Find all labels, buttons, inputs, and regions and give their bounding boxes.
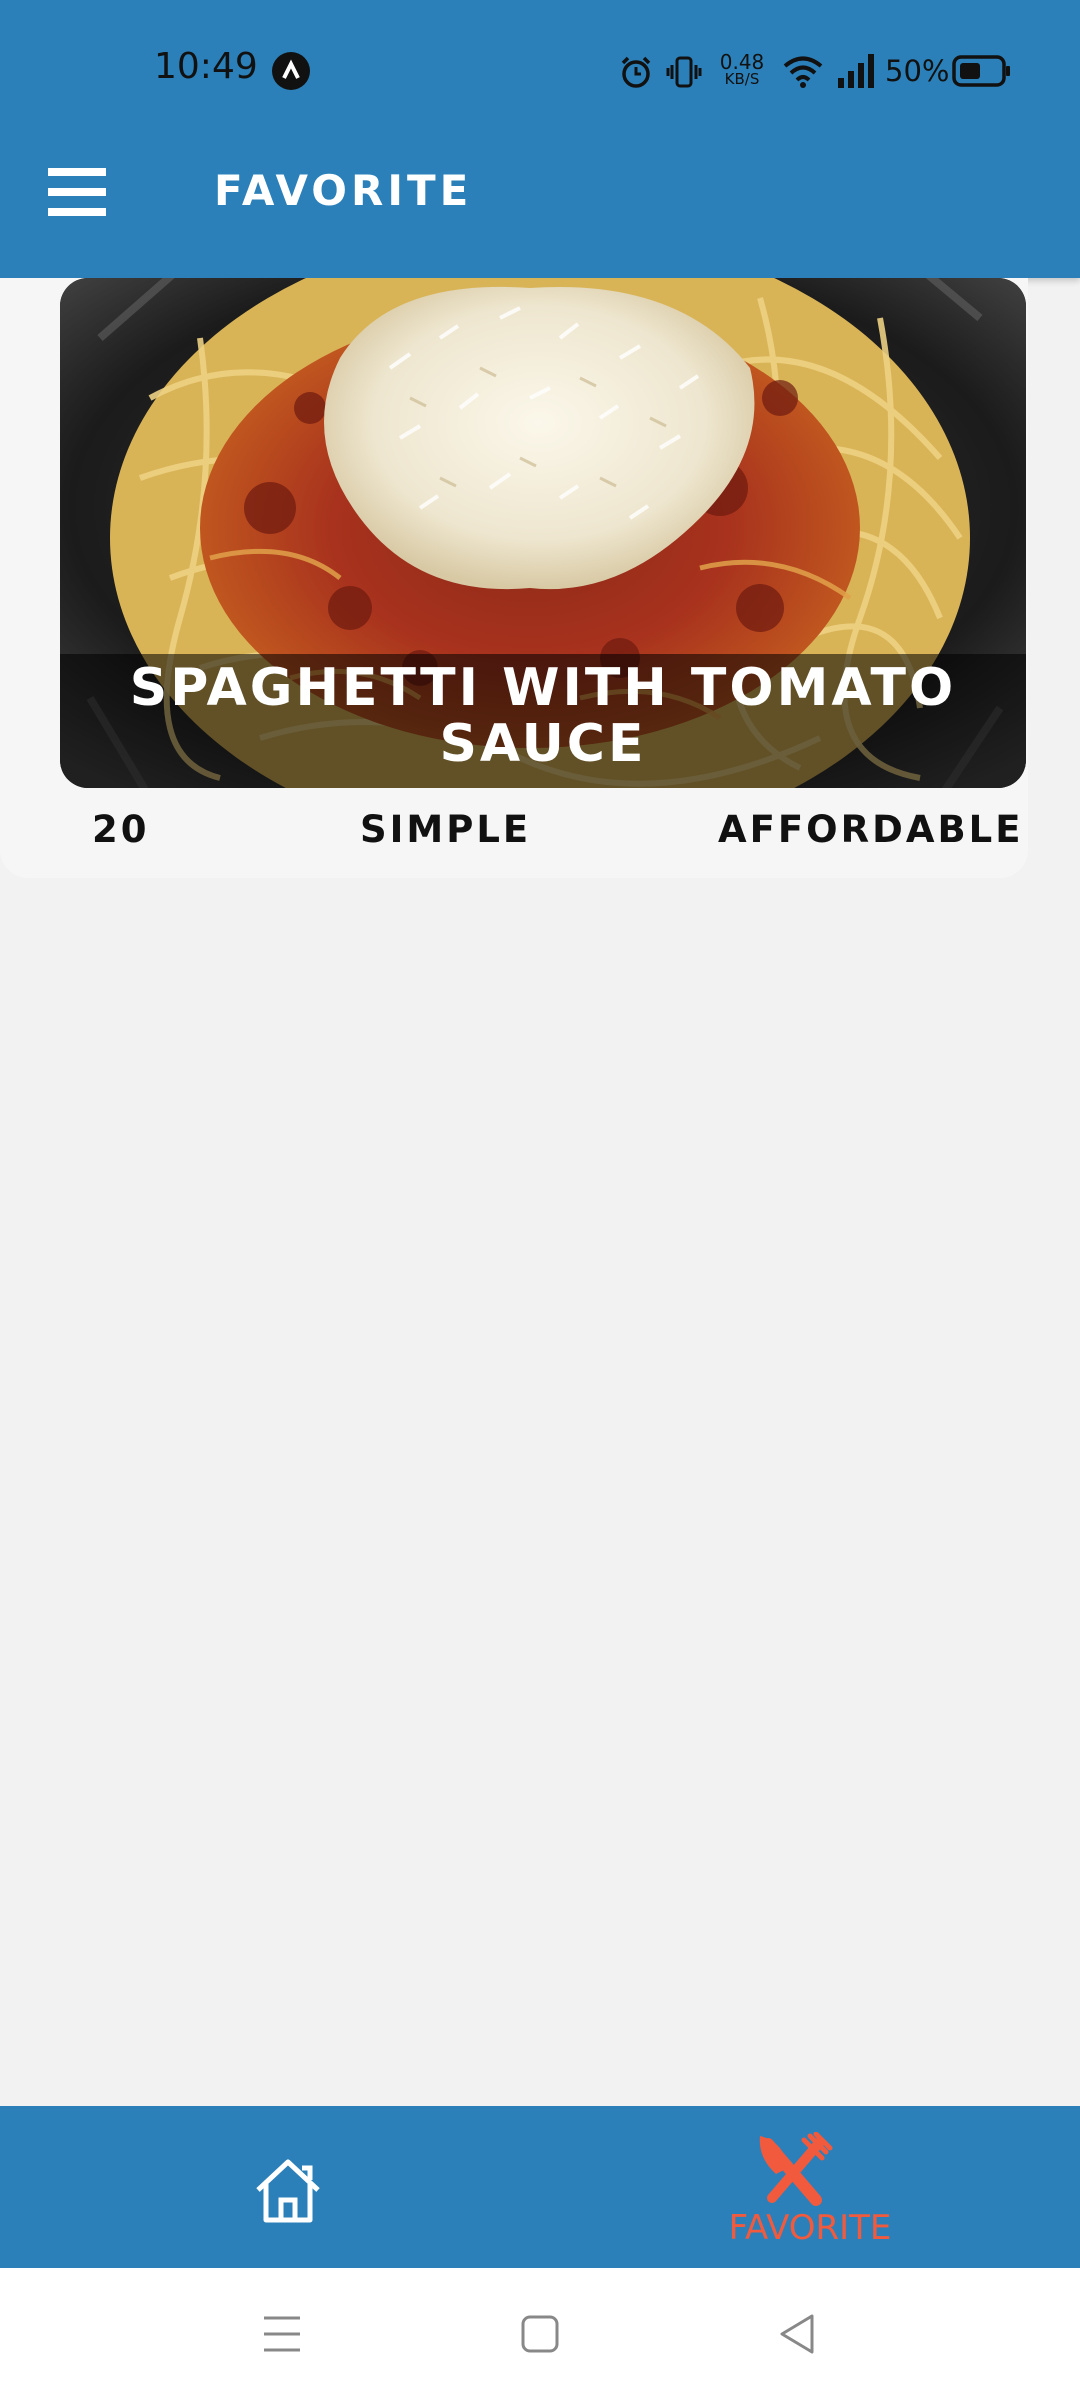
system-nav-bar bbox=[0, 2268, 1080, 2400]
meal-card[interactable]: SPAGHETTI WITH TOMATO SAUCE 20 SIMPLE AF… bbox=[0, 278, 1028, 878]
battery-icon bbox=[952, 55, 1010, 87]
signal-icon bbox=[838, 54, 874, 88]
page-title: FAVORITE bbox=[214, 166, 473, 215]
meal-duration: 20 bbox=[92, 808, 150, 851]
meal-title-band: SPAGHETTI WITH TOMATO SAUCE bbox=[60, 654, 1026, 788]
meal-complexity: SIMPLE bbox=[360, 808, 532, 851]
tab-favorite-label: FAVORITE bbox=[728, 2208, 892, 2248]
net-speed-unit: KB/S bbox=[724, 70, 760, 88]
meal-title: SPAGHETTI WITH TOMATO SAUCE bbox=[129, 658, 957, 774]
meal-affordability: AFFORDABLE bbox=[718, 808, 1024, 851]
status-time: 10:49 bbox=[154, 46, 258, 87]
wifi-icon bbox=[783, 56, 823, 88]
tab-favorite[interactable]: FAVORITE bbox=[540, 2106, 1080, 2268]
bottom-tab-bar: FAVORITE bbox=[0, 2106, 1080, 2268]
home-icon bbox=[256, 2159, 320, 2223]
top-app-bar: 10:49 0.48 KB/S 50% FAVORITE bbox=[0, 0, 1080, 278]
back-triangle-icon[interactable] bbox=[768, 2304, 828, 2364]
recents-icon[interactable] bbox=[252, 2304, 312, 2364]
net-speed-value: 0.48 bbox=[719, 50, 765, 74]
hamburger-menu-icon[interactable] bbox=[44, 166, 110, 222]
vibrate-icon bbox=[666, 56, 702, 88]
home-square-icon[interactable] bbox=[510, 2304, 570, 2364]
tab-home[interactable] bbox=[0, 2106, 540, 2268]
fork-knife-icon bbox=[759, 2132, 833, 2206]
battery-percent: 50% bbox=[885, 54, 950, 88]
alarm-icon bbox=[621, 56, 651, 88]
meal-image[interactable]: SPAGHETTI WITH TOMATO SAUCE bbox=[60, 278, 1026, 788]
status-bar: 10:49 0.48 KB/S 50% bbox=[0, 0, 1080, 140]
app-notification-icon bbox=[272, 52, 310, 90]
net-speed: 0.48 KB/S bbox=[714, 52, 770, 87]
